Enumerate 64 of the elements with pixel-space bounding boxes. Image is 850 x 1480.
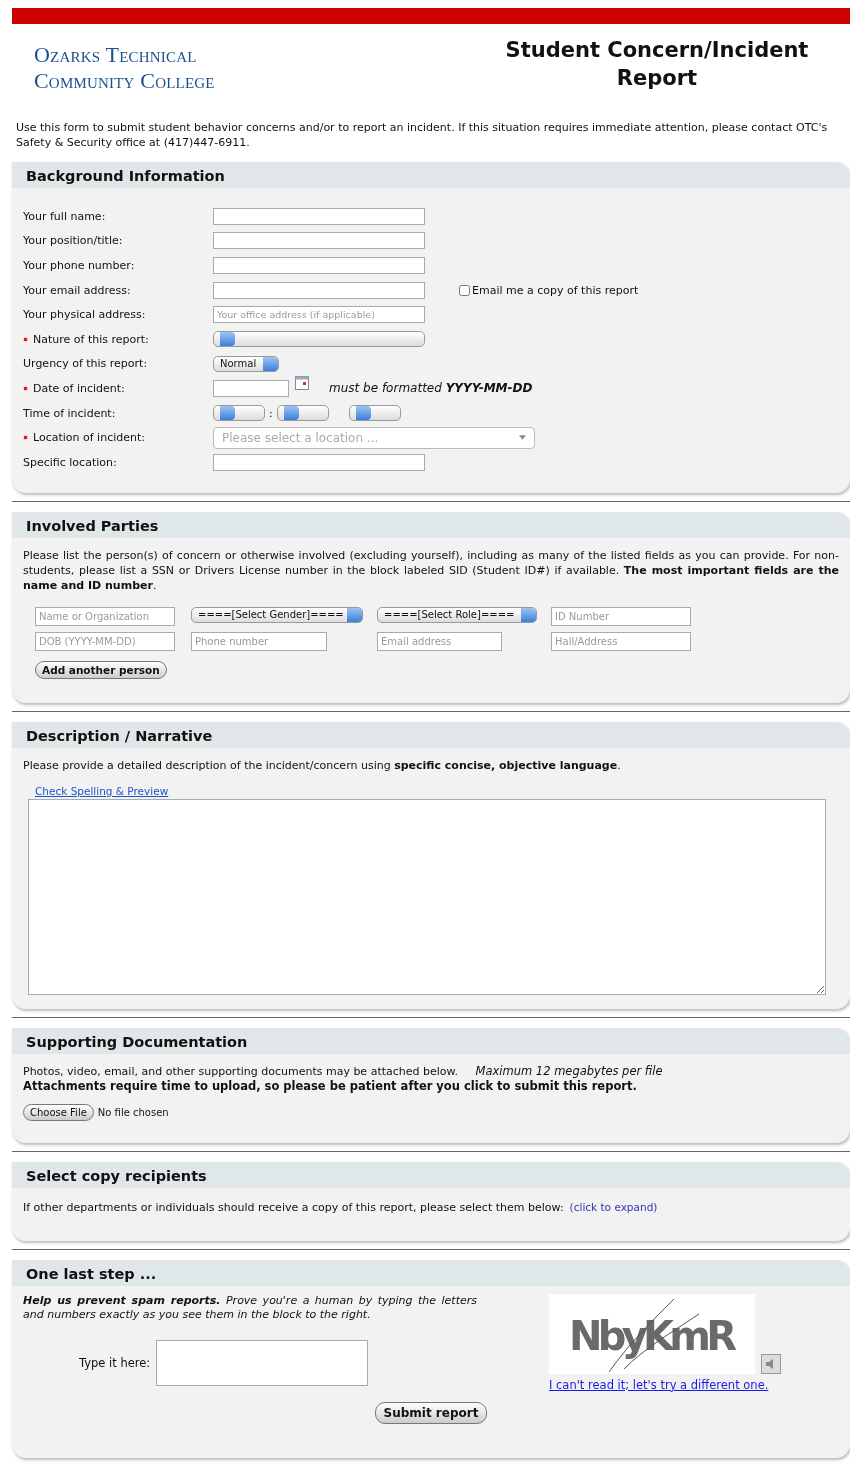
text-field[interactable]	[213, 207, 425, 225]
intro-text: Use this form to submit student behavior concerns and/or to report an incident. If this situation requires immediate attention, please contact OTC's Safety & Security office at (417)447-6911.	[16, 120, 829, 150]
text-field[interactable]: Name or Organization	[35, 606, 175, 626]
text-field[interactable]: Phone number	[191, 631, 327, 651]
field-label: Your physical address:	[23, 308, 146, 322]
select-field[interactable]	[213, 405, 265, 422]
format-hint: must be formatted YYYY-MM-DD	[329, 381, 533, 396]
text-field[interactable]: ID Number	[551, 606, 691, 626]
select-field[interactable]	[213, 331, 425, 348]
section-title: One last step ...	[26, 1265, 157, 1282]
select-field[interactable]: Normal	[213, 355, 279, 372]
section-title: Select copy recipients	[26, 1167, 207, 1184]
field-label: Your phone number:	[23, 259, 135, 272]
expand-link[interactable]: (click to expand)	[569, 1200, 658, 1213]
upload-warning: Attachments require time to upload, so please be patient after you click to submit this report.	[23, 1078, 638, 1094]
text-field[interactable]: Email address	[377, 631, 502, 651]
choose-file-button[interactable]: Choose File	[23, 1103, 94, 1121]
add-person-button[interactable]: Add another person	[35, 660, 167, 679]
date-field[interactable]	[213, 379, 289, 397]
field-label: Urgency of this report:	[23, 357, 148, 371]
checkbox-label: Email me a copy of this report	[472, 283, 639, 297]
field-label: Your full name:	[23, 209, 106, 223]
select-field[interactable]	[348, 405, 401, 422]
size-note: Maximum 12 megabytes per file	[475, 1063, 663, 1078]
field-label: Your email address:	[23, 283, 131, 297]
instruction-text: If other departments or individuals should receive a copy of this report, please select them below:	[23, 1199, 564, 1215]
page-title: Student Concern/Incident Report	[504, 37, 810, 92]
instruction-text: Please list the person(s) of concern or otherwise involved (excluding yourself), including as many of the listed fields as you can provide. For non-students, please list a SSN or Drivers License number in the block labeled SID (Student ID#) if available. The most important fields are the name and ID number.	[23, 547, 839, 593]
text-field[interactable]	[213, 232, 425, 250]
file-status: No file chosen	[97, 1106, 169, 1118]
submit-button[interactable]: Submit report	[374, 1401, 488, 1424]
captcha-field[interactable]	[156, 1339, 369, 1386]
select-field[interactable]: ====[Select Gender]====	[191, 606, 363, 623]
instruction-text: Help us prevent spam reports. Prove you're a human by typing the letters and numbers exactly as you see them in the block to the right.	[23, 1293, 477, 1322]
text-field[interactable]	[213, 257, 425, 274]
select-field[interactable]	[276, 405, 329, 422]
field-label: Location of incident:	[33, 431, 145, 445]
text-field[interactable]	[213, 453, 425, 471]
text-field[interactable]: Your office address (if applicable)	[213, 306, 425, 324]
field-label: Your position/title:	[23, 234, 123, 248]
spell-check-link[interactable]: Check Spelling & Preview	[35, 784, 839, 797]
section-title: Background Information	[26, 168, 225, 184]
audio-icon[interactable]	[761, 1353, 781, 1374]
field-label: Time of incident:	[23, 406, 116, 420]
text-field[interactable]: DOB (YYYY-MM-DD)	[35, 631, 175, 651]
section-title: Supporting Documentation	[26, 1033, 248, 1050]
college-logo-text: Community College	[34, 68, 215, 94]
instruction-text: Please provide a detailed description of the incident/concern using specific concise, objective language.	[23, 757, 622, 773]
calendar-icon[interactable]	[295, 375, 309, 390]
section-title: Description / Narrative	[26, 727, 213, 744]
text-field[interactable]	[213, 281, 425, 299]
dropdown-arrow-icon	[519, 435, 526, 441]
select-field[interactable]: ====[Select Role]====	[377, 606, 537, 623]
field-label: Specific location:	[23, 455, 117, 469]
field-label: Nature of this report:	[33, 332, 149, 346]
college-logo-text: Ozarks Technical	[34, 42, 198, 68]
instruction-text: Photos, video, email, and other supporting documents may be attached below.	[23, 1064, 459, 1078]
text-field[interactable]: Hall/Address	[551, 631, 691, 651]
section-title: Involved Parties	[26, 517, 159, 534]
new-captcha-link[interactable]: I can't read it; let's try a different one.	[549, 1377, 769, 1392]
field-label: Type it here:	[79, 1355, 151, 1370]
time-separator: :	[269, 406, 273, 420]
checkbox[interactable]	[459, 284, 470, 296]
field-label: Date of incident:	[33, 381, 125, 395]
